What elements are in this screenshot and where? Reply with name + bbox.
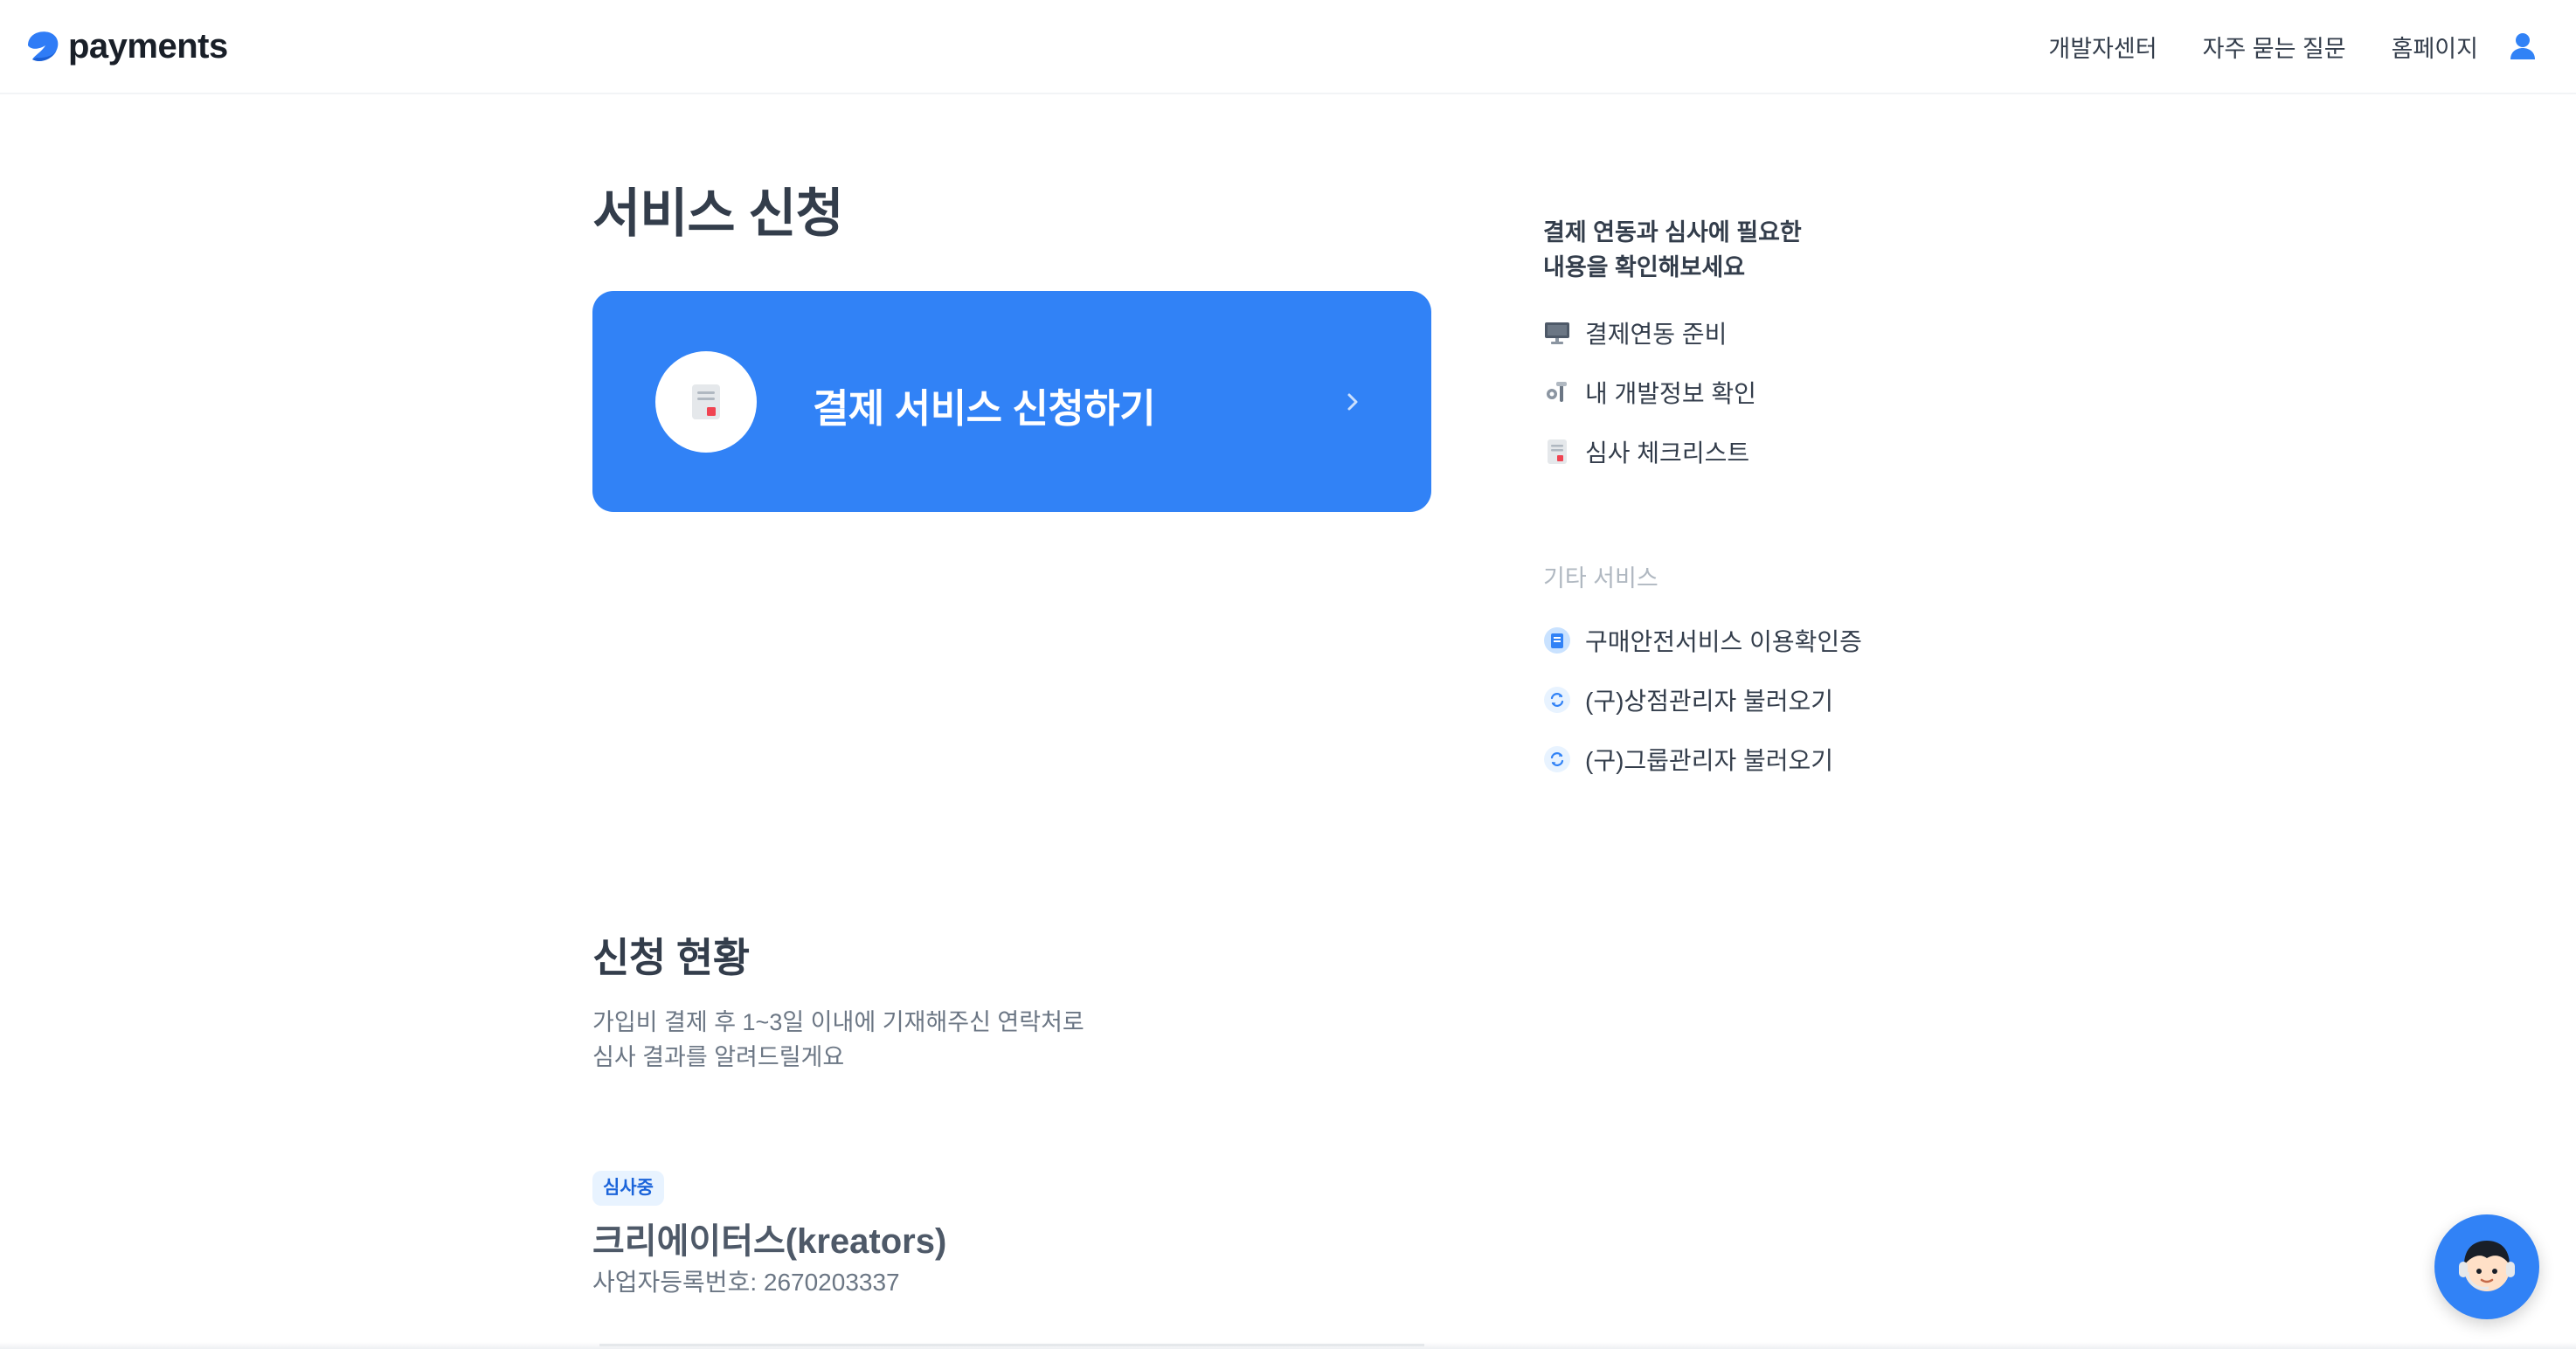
guide-item-dev-info[interactable]: 내 개발정보 확인 [1543,363,1756,422]
monitor-icon [1543,319,1571,347]
user-icon[interactable] [2508,31,2538,61]
guide-title-line-2: 내용을 확인해보세요 [1543,254,1746,280]
apply-button-label: 결제 서비스 신청하기 [813,386,1156,431]
apply-payment-service-button[interactable]: 결제 서비스 신청하기 [592,291,1431,512]
nav-faq[interactable]: 자주 묻는 질문 [2203,30,2346,64]
status-desc-line-1: 가입비 결제 후 1~3일 이내에 기재해주신 연락처로 [592,1009,1084,1035]
logo-text: payments [68,26,228,66]
guide-item-label: 내 개발정보 확인 [1585,380,1756,407]
chevron-right-icon [1347,393,1358,411]
status-title: 신청 현황 [592,935,750,980]
other-item-safe-purchase-certificate[interactable]: 구매안전서비스 이용확인증 [1543,611,1862,670]
company-name: 크리에이터스(kreators) [592,1222,947,1261]
nav-homepage[interactable]: 홈페이지 [2392,30,2478,64]
refresh-icon [1543,686,1571,714]
guide-list: 결제연동 준비 내 개발정보 확인 심사 체크리스트 [1543,303,1756,481]
other-item-legacy-group-admin[interactable]: (구)그룹관리자 불러오기 [1543,730,1862,789]
other-item-label: (구)상점관리자 불러오기 [1585,688,1834,715]
business-registration-number: 사업자등록번호: 2670203337 [592,1269,900,1296]
guide-title-line-1: 결제 연동과 심사에 필요한 [1543,219,1802,246]
card-top-edge [599,1344,1424,1346]
logo-icon [28,31,59,61]
apply-icon-circle [655,351,757,453]
status-desc-line-2: 심사 결과를 알려드릴게요 [592,1044,845,1070]
guide-item-review-checklist[interactable]: 심사 체크리스트 [1543,422,1756,481]
guide-title: 결제 연동과 심사에 필요한 내용을 확인해보세요 [1543,215,1802,285]
nav-developer-center[interactable]: 개발자센터 [2048,30,2157,64]
other-item-legacy-store-admin[interactable]: (구)상점관리자 불러오기 [1543,670,1862,730]
checklist-icon [1543,438,1571,466]
refresh-icon [1543,745,1571,773]
other-item-label: (구)그룹관리자 불러오기 [1585,747,1834,774]
status-description: 가입비 결제 후 1~3일 이내에 기재해주신 연락처로 심사 결과를 알려드릴… [592,1005,1084,1075]
other-services-list: 구매안전서비스 이용확인증 (구)상점관리자 불러오기 (구)그룹관리자 불러오… [1543,611,1862,789]
status-badge: 심사중 [592,1171,664,1206]
other-item-label: 구매안전서비스 이용확인증 [1585,628,1862,655]
top-nav: 개발자센터 자주 묻는 질문 홈페이지 [2003,23,2538,70]
logo[interactable]: payments [23,23,228,70]
guide-item-integration-prep[interactable]: 결제연동 준비 [1543,303,1756,363]
page-title: 서비스 신청 [592,184,844,243]
customer-support-chat-button[interactable] [2434,1214,2539,1319]
support-agent-icon [2459,1241,2515,1291]
other-services-title: 기타 서비스 [1543,565,1658,591]
guide-item-label: 심사 체크리스트 [1585,439,1750,467]
top-header: payments 개발자센터 자주 묻는 질문 홈페이지 [0,0,2576,94]
document-icon [692,384,720,419]
guide-item-label: 결제연동 준비 [1585,321,1728,348]
tools-icon [1543,378,1571,406]
certificate-icon [1543,626,1571,654]
